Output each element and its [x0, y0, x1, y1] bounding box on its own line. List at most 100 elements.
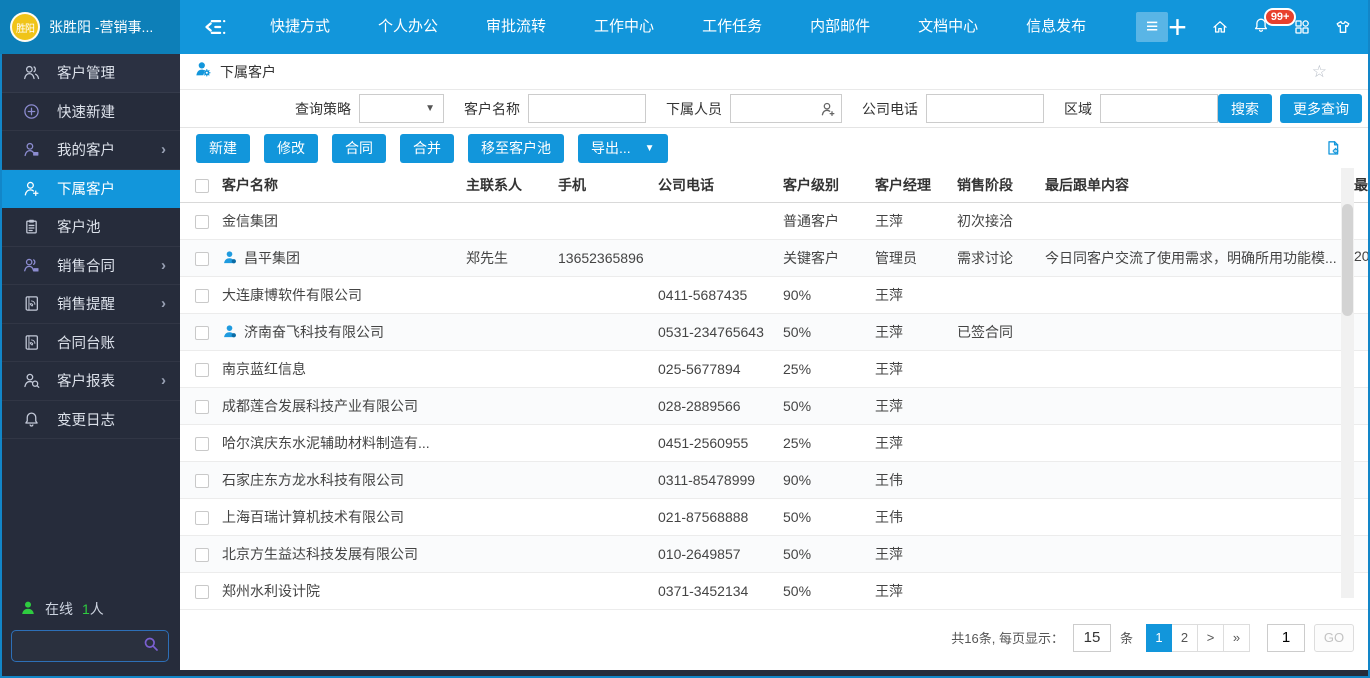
topnav-item[interactable]: 文档中心 [894, 0, 1002, 54]
go-button[interactable]: GO [1314, 624, 1354, 652]
topnav-item[interactable]: 快捷方式 [246, 0, 354, 54]
row-checkbox[interactable] [195, 215, 209, 229]
vertical-scrollbar[interactable] [1341, 168, 1354, 598]
row-checkbox[interactable] [195, 363, 209, 377]
theme-shirt-icon[interactable] [1335, 19, 1351, 35]
row-checkbox[interactable] [195, 326, 209, 340]
table-row[interactable]: 石家庄东方龙水科技有限公司 0311-85478999 90% 王伟 [180, 461, 1370, 498]
search-button[interactable]: 搜索 [1218, 94, 1272, 123]
sidebar-item-下属客户[interactable]: 下属客户 [0, 170, 180, 209]
topnav-item[interactable]: 内部邮件 [786, 0, 894, 54]
goto-page-input[interactable] [1267, 624, 1305, 652]
toolbar-button-新建[interactable]: 新建 [196, 134, 250, 163]
table-row[interactable]: 北京方生益达科技发展有限公司 010-2649857 50% 王萍 [180, 535, 1370, 572]
page-button-1[interactable]: 1 [1146, 624, 1172, 652]
avatar[interactable]: 胜阳 [10, 12, 40, 42]
favorite-star-icon[interactable]: ☆ [1312, 63, 1327, 80]
col-main-contact[interactable]: 主联系人 [460, 168, 552, 202]
menu-icon[interactable]: ≡ [1136, 12, 1168, 42]
cell-main-contact [460, 461, 552, 498]
row-checkbox[interactable] [195, 548, 209, 562]
sidebar-item-客户池[interactable]: 客户池 [0, 208, 180, 247]
cell-customer-manager: 王萍 [869, 313, 951, 350]
col-sales-stage[interactable]: 销售阶段 [951, 168, 1039, 202]
table-row[interactable]: 金信集团 普通客户 王萍 初次接洽 [180, 202, 1370, 239]
table-row[interactable]: 郑州水利设计院 0371-3452134 50% 王萍 [180, 572, 1370, 609]
table-row[interactable]: 成都莲合发展科技产业有限公司 028-2889566 50% 王萍 [180, 387, 1370, 424]
sidebar-item-合同台账[interactable]: 合同台账 [0, 324, 180, 363]
apps-grid-icon[interactable] [1294, 19, 1310, 35]
person-add-icon[interactable] [820, 101, 836, 117]
topnav-item[interactable]: 工作任务 [678, 0, 786, 54]
sidebar-item-销售提醒[interactable]: 销售提醒 › [0, 285, 180, 324]
cell-last-follow-note: 今日同客户交流了使用需求，明确所用功能模... [1039, 239, 1370, 276]
cell-customer-level: 90% [777, 276, 869, 313]
more-query-button[interactable]: 更多查询 [1280, 94, 1362, 123]
sidebar-item-快速新建[interactable]: 快速新建 [0, 93, 180, 132]
row-checkbox[interactable] [195, 252, 209, 266]
toolbar-button-合同[interactable]: 合同 [332, 134, 386, 163]
col-customer-name[interactable]: 客户名称 [216, 168, 460, 202]
clipped-column-header: 最 [1354, 168, 1368, 202]
notifications-bell-icon[interactable]: 99+ [1253, 17, 1269, 38]
topnav-item[interactable]: 个人办公 [354, 0, 462, 54]
col-company-phone[interactable]: 公司电话 [652, 168, 777, 202]
cell-company-phone: 0411-5687435 [652, 276, 777, 313]
sidebar-item-销售合同[interactable]: 销售合同 › [0, 247, 180, 286]
row-checkbox[interactable] [195, 400, 209, 414]
cell-customer-name: 南京蓝红信息 [222, 359, 306, 379]
toolbar-button-修改[interactable]: 修改 [264, 134, 318, 163]
company-phone-input[interactable] [926, 94, 1044, 123]
topnav-item[interactable]: 信息发布 [1002, 0, 1110, 54]
row-checkbox[interactable] [195, 511, 209, 525]
cell-mobile [552, 498, 652, 535]
table-row[interactable]: 上海百瑞计算机技术有限公司 021-87568888 50% 王伟 [180, 498, 1370, 535]
sidebar-item-客户报表[interactable]: 客户报表 › [0, 362, 180, 401]
toolbar-button-合并[interactable]: 合并 [400, 134, 454, 163]
table-row[interactable]: 哈尔滨庆东水泥辅助材料制造有... 0451-2560955 25% 王萍 [180, 424, 1370, 461]
cell-mobile [552, 276, 652, 313]
user-menu[interactable]: 胜阳 张胜阳 -营销事... [0, 0, 180, 54]
table-row[interactable]: 大连康博软件有限公司 0411-5687435 90% 王萍 [180, 276, 1370, 313]
scrollbar-thumb[interactable] [1342, 204, 1353, 316]
toolbar-button-移至客户池[interactable]: 移至客户池 [468, 134, 564, 163]
row-checkbox[interactable] [195, 437, 209, 451]
next-page-button[interactable]: > [1198, 624, 1224, 652]
page-size-input[interactable]: 15 [1073, 624, 1111, 652]
col-mobile[interactable]: 手机 [552, 168, 652, 202]
collapse-sidebar-icon[interactable] [200, 17, 226, 37]
region-input[interactable] [1100, 94, 1218, 123]
col-customer-manager[interactable]: 客户经理 [869, 168, 951, 202]
add-icon[interactable]: + [1168, 12, 1187, 42]
last-page-button[interactable]: » [1224, 624, 1250, 652]
table-row[interactable]: 南京蓝红信息 025-5677894 25% 王萍 [180, 350, 1370, 387]
table-row[interactable]: 济南奋飞科技有限公司 0531-234765643 50% 王萍 已签合同 [180, 313, 1370, 350]
export-button[interactable]: 导出... ▼ [578, 134, 668, 163]
sidebar-item-我的客户[interactable]: 我的客户 › [0, 131, 180, 170]
sidebar-search-input[interactable] [21, 639, 143, 654]
cell-last-follow-note [1039, 387, 1370, 424]
col-customer-level[interactable]: 客户级别 [777, 168, 869, 202]
sidebar-item-客户管理[interactable]: 客户管理 [0, 54, 180, 93]
customer-name-input[interactable] [528, 94, 646, 123]
search-icon[interactable] [143, 636, 159, 657]
row-checkbox[interactable] [195, 585, 209, 599]
table-row[interactable]: 昌平集团 郑先生 13652365896 关键客户 管理员 需求讨论 今日同客户… [180, 239, 1370, 276]
select-all-checkbox[interactable] [195, 179, 209, 193]
col-last-follow-note[interactable]: 最后跟单内容 [1039, 168, 1370, 202]
cell-sales-stage [951, 535, 1039, 572]
topnav-item[interactable]: 审批流转 [462, 0, 570, 54]
row-checkbox[interactable] [195, 474, 209, 488]
topnav-item[interactable]: 工作中心 [570, 0, 678, 54]
cell-sales-stage [951, 498, 1039, 535]
page-button-2[interactable]: 2 [1172, 624, 1198, 652]
sidebar-item-变更日志[interactable]: 变更日志 [0, 401, 180, 440]
strategy-select[interactable]: ▼ [359, 94, 444, 123]
export-settings-icon[interactable] [1325, 140, 1341, 156]
home-icon[interactable] [1212, 19, 1228, 35]
row-checkbox[interactable] [195, 289, 209, 303]
customer-name-label: 客户名称 [464, 99, 520, 119]
sidebar-item-label: 下属客户 [57, 178, 115, 199]
cell-mobile [552, 350, 652, 387]
chevron-right-icon: › [161, 372, 166, 389]
